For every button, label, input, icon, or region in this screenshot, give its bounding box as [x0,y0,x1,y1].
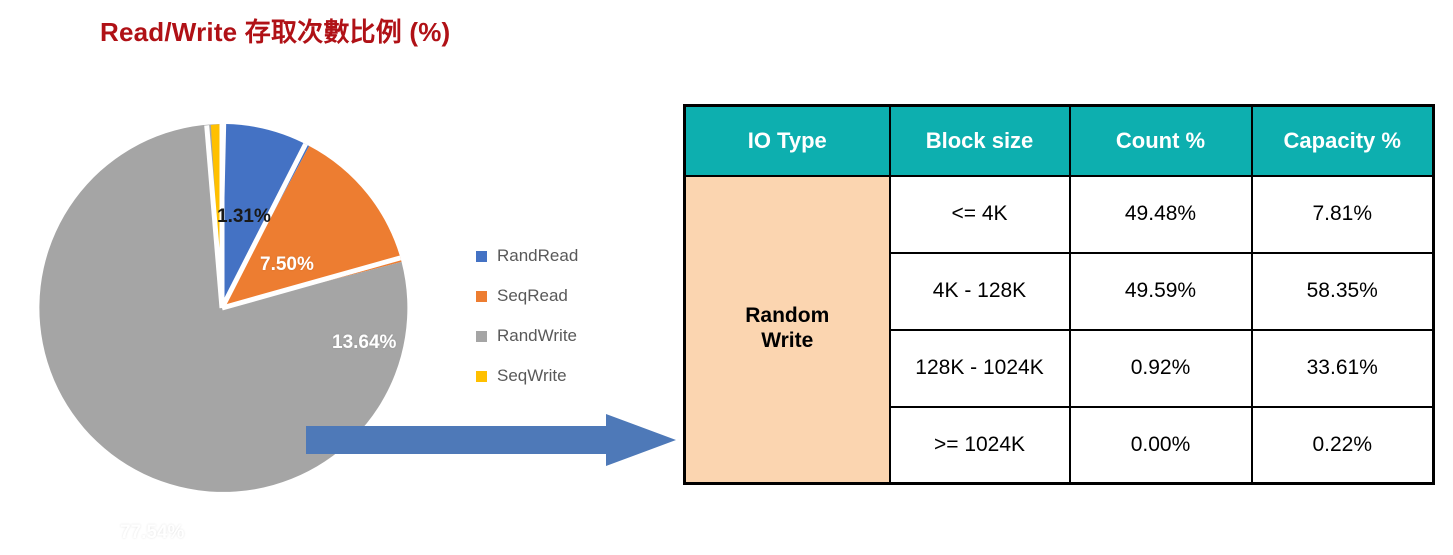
cell-block-size: >= 1024K [888,405,1071,485]
cell-block-size: <= 4K [888,174,1071,254]
slide-canvas: Read/Write 存取次數比例 (%) 1.31% 7.50% 13.64%… [0,0,1453,555]
pie-label-randwrite: 77.54% [120,522,185,543]
legend-item-seqread[interactable]: SeqRead [476,276,626,316]
legend-label: SeqRead [497,286,568,305]
pie-label-seqread: 13.64% [332,332,397,353]
cell-count-pct: 0.00% [1068,405,1253,485]
cell-capacity-pct: 0.22% [1250,405,1435,485]
cell-block-size: 4K - 128K [888,251,1071,331]
legend-label: RandRead [497,246,579,265]
cell-capacity-pct: 33.61% [1250,328,1435,408]
legend-swatch-icon [476,330,487,342]
cell-count-pct: 49.59% [1068,251,1253,331]
column-header-block-size: Block size [888,104,1071,177]
io-type-line-2: Write [761,329,814,353]
cell-count-pct: 49.48% [1068,174,1253,254]
legend-swatch-icon [476,290,487,302]
page-title: Read/Write 存取次數比例 (%) [100,17,451,47]
cell-count-pct: 0.92% [1068,328,1253,408]
legend-item-randread[interactable]: RandRead [476,236,626,276]
io-type-cell: Random Write [683,174,891,485]
io-type-line-1: Random [745,304,830,328]
column-header-capacity-pct: Capacity % [1250,104,1435,177]
column-header-count-pct: Count % [1068,104,1253,177]
cell-capacity-pct: 7.81% [1250,174,1435,254]
legend-swatch-icon [476,250,487,262]
legend-swatch-icon [476,370,487,382]
legend-label: RandWrite [497,326,577,345]
column-header-io-type: IO Type [683,104,891,177]
legend-label: SeqWrite [497,366,567,385]
legend-item-randwrite[interactable]: RandWrite [476,316,626,356]
cell-capacity-pct: 58.35% [1250,251,1435,331]
table-header-row: IO Type Block size Count % Capacity % [683,104,1435,177]
chart-legend: RandRead SeqRead RandWrite SeqWrite [476,236,626,396]
io-profile-table: IO Type Block size Count % Capacity % Ra… [683,104,1435,485]
right-arrow-icon [306,414,676,466]
pie-label-seqwrite: 1.31% [217,206,271,227]
pie-label-randread: 7.50% [260,254,314,275]
table-row: Random Write <= 4K 49.48% 7.81% [683,174,1435,485]
cell-block-size: 128K - 1024K [888,328,1071,408]
legend-item-seqwrite[interactable]: SeqWrite [476,356,626,396]
